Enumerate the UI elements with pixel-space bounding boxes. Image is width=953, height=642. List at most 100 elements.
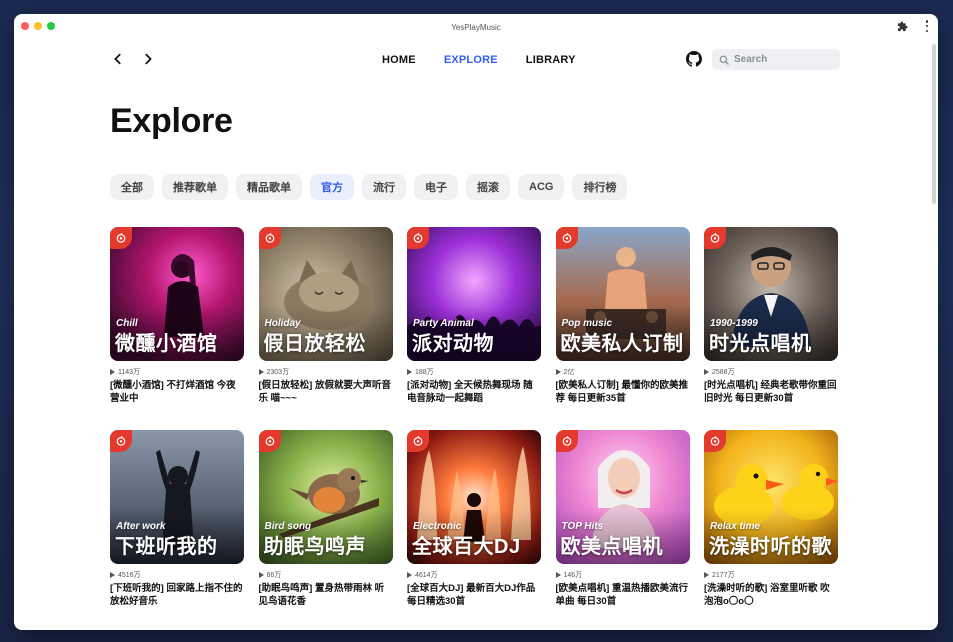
- play-count: 2303万: [258, 367, 393, 377]
- puzzle-icon[interactable]: [897, 21, 908, 32]
- nav-explore[interactable]: EXPLORE: [444, 54, 498, 66]
- playlist-description[interactable]: [假日放轻松] 放假就要大声听音乐 喵~~~: [259, 379, 393, 405]
- category-acg[interactable]: ACG: [518, 174, 565, 200]
- playlist-card[interactable]: Relax time 洗澡时听的歌 2177万 [洗澡时听的歌] 浴室里听歌 吹…: [704, 430, 838, 608]
- cover-title: 全球百大DJ: [412, 536, 521, 558]
- playlist-description[interactable]: [下班听我的] 回家路上指不住的放松好音乐: [110, 582, 244, 608]
- category-recommended[interactable]: 推荐歌单: [162, 174, 228, 200]
- play-icon: [704, 572, 709, 578]
- netease-logo-icon: [555, 430, 578, 452]
- playlist-description[interactable]: [派对动物] 全天候热舞现场 随电音脉动一起舞蹈: [407, 379, 541, 405]
- forward-arrow-icon[interactable]: [141, 52, 155, 66]
- app-window: YesPlayMusic HOME EXPLORE LIBRARY Explor…: [14, 14, 938, 630]
- playlist-card[interactable]: Electronic 全球百大DJ 4614万 [全球百大DJ] 最新百大DJ作…: [407, 430, 541, 608]
- playlist-cover[interactable]: Holiday 假日放轻松: [258, 227, 393, 361]
- playlist-description[interactable]: [时光点唱机] 经典老歌带你重回旧时光 每日更新30首: [704, 379, 838, 405]
- category-pop[interactable]: 流行: [362, 174, 406, 200]
- search-icon: [719, 55, 729, 65]
- top-navbar: HOME EXPLORE LIBRARY: [14, 46, 938, 74]
- cover-title: 派对动物: [412, 333, 494, 355]
- category-charts[interactable]: 排行榜: [572, 174, 628, 200]
- search-box[interactable]: [712, 49, 840, 70]
- nav-links: HOME EXPLORE LIBRARY: [382, 54, 576, 66]
- title-bar: YesPlayMusic: [14, 14, 938, 40]
- cover-title: 时光点唱机: [709, 333, 812, 355]
- playlist-grid: Chill 微醺小酒馆 1143万 [微醺小酒馆] 不打烊酒馆 今夜营业中 Ho…: [110, 227, 838, 608]
- netease-logo-icon: [110, 430, 132, 452]
- play-count: 188万: [407, 367, 541, 377]
- netease-logo-icon: [704, 227, 726, 249]
- netease-logo-icon: [555, 227, 578, 249]
- playlist-description[interactable]: [洗澡时听的歌] 浴室里听歌 吹泡泡o〇o〇: [704, 582, 838, 608]
- play-count: 1143万: [110, 367, 244, 377]
- playlist-card[interactable]: Holiday 假日放轻松 2303万 [假日放轻松] 放假就要大声听音乐 喵~…: [258, 227, 393, 405]
- playlist-description[interactable]: [助眠鸟鸣声] 置身热带雨林 听见鸟语花香: [259, 582, 393, 608]
- nav-library[interactable]: LIBRARY: [526, 54, 576, 66]
- play-icon: [258, 572, 264, 578]
- playlist-cover[interactable]: TOP Hits 欧美点唱机: [555, 430, 690, 564]
- play-count: 4516万: [110, 570, 244, 580]
- search-input[interactable]: [734, 54, 834, 65]
- play-icon: [555, 369, 561, 375]
- playlist-cover[interactable]: Relax time 洗澡时听的歌: [704, 430, 838, 564]
- playlist-cover[interactable]: Pop music 欧美私人订制: [555, 227, 690, 361]
- window-title: YesPlayMusic: [451, 22, 501, 32]
- play-icon: [407, 572, 412, 578]
- playlist-cover[interactable]: Electronic 全球百大DJ: [407, 430, 541, 564]
- play-icon: [110, 572, 115, 578]
- more-menu-icon[interactable]: [925, 20, 929, 32]
- playlist-card[interactable]: After work 下班听我的 4516万 [下班听我的] 回家路上指不住的放…: [110, 430, 244, 608]
- play-count: 2亿: [555, 367, 690, 377]
- playlist-card[interactable]: Party Animal 派对动物 188万 [派对动物] 全天候热舞现场 随电…: [407, 227, 541, 405]
- category-electronic[interactable]: 电子: [414, 174, 458, 200]
- cover-title: 欧美点唱机: [560, 536, 663, 558]
- nav-home[interactable]: HOME: [382, 54, 416, 66]
- playlist-card[interactable]: Pop music 欧美私人订制 2亿 [欧美私人订制] 最懂你的欧美推荐 每日…: [555, 227, 690, 405]
- play-icon: [407, 369, 412, 375]
- play-icon: [704, 369, 709, 375]
- category-all[interactable]: 全部: [110, 174, 154, 200]
- playlist-card[interactable]: Chill 微醺小酒馆 1143万 [微醺小酒馆] 不打烊酒馆 今夜营业中: [110, 227, 244, 405]
- minimize-window-button[interactable]: [34, 22, 42, 30]
- playlist-cover[interactable]: Bird song 助眠鸟鸣声: [258, 430, 393, 564]
- playlist-description[interactable]: [全球百大DJ] 最新百大DJ作品 每日精选30首: [407, 582, 541, 608]
- maximize-window-button[interactable]: [47, 22, 55, 30]
- cover-title: 微醺小酒馆: [115, 333, 218, 355]
- netease-logo-icon: [407, 227, 429, 249]
- playlist-cover[interactable]: Party Animal 派对动物: [407, 227, 541, 361]
- close-window-button[interactable]: [21, 22, 29, 30]
- play-count: 146万: [555, 570, 690, 580]
- playlist-card[interactable]: TOP Hits 欧美点唱机 146万 [欧美点唱机] 重温热播欧美流行单曲 每…: [555, 430, 690, 608]
- playlist-cover[interactable]: After work 下班听我的: [110, 430, 244, 564]
- window-controls: [21, 22, 55, 30]
- netease-logo-icon: [258, 430, 281, 452]
- playlist-cover[interactable]: 1990-1999 时光点唱机: [704, 227, 838, 361]
- category-premium[interactable]: 精品歌单: [236, 174, 302, 200]
- play-icon: [110, 369, 115, 375]
- category-rock[interactable]: 摇滚: [466, 174, 510, 200]
- playlist-description[interactable]: [微醺小酒馆] 不打烊酒馆 今夜营业中: [110, 379, 244, 405]
- play-count: 66万: [258, 570, 393, 580]
- playlist-description[interactable]: [欧美点唱机] 重温热播欧美流行单曲 每日30首: [556, 582, 690, 608]
- playlist-description[interactable]: [欧美私人订制] 最懂你的欧美推荐 每日更新35首: [556, 379, 690, 405]
- cover-title: 欧美私人订制: [560, 333, 684, 355]
- play-icon: [258, 369, 264, 375]
- play-count: 4614万: [407, 570, 541, 580]
- github-icon[interactable]: [686, 51, 702, 67]
- category-official[interactable]: 官方: [310, 174, 354, 200]
- cover-title: 假日放轻松: [263, 333, 366, 355]
- playlist-cover[interactable]: Chill 微醺小酒馆: [110, 227, 244, 361]
- cover-title: 下班听我的: [115, 536, 218, 558]
- back-arrow-icon[interactable]: [111, 52, 125, 66]
- netease-logo-icon: [258, 227, 281, 249]
- play-count: 2588万: [704, 367, 838, 377]
- play-count: 2177万: [704, 570, 838, 580]
- cover-title: 助眠鸟鸣声: [263, 536, 366, 558]
- page-title: Explore: [110, 102, 233, 140]
- cover-title: 洗澡时听的歌: [709, 536, 832, 558]
- category-chips: 全部 推荐歌单 精品歌单 官方 流行 电子 摇滚 ACG 排行榜: [110, 174, 628, 200]
- netease-logo-icon: [110, 227, 132, 249]
- play-icon: [555, 572, 561, 578]
- playlist-card[interactable]: Bird song 助眠鸟鸣声 66万 [助眠鸟鸣声] 置身热带雨林 听见鸟语花…: [258, 430, 393, 608]
- playlist-card[interactable]: 1990-1999 时光点唱机 2588万 [时光点唱机] 经典老歌带你重回旧时…: [704, 227, 838, 405]
